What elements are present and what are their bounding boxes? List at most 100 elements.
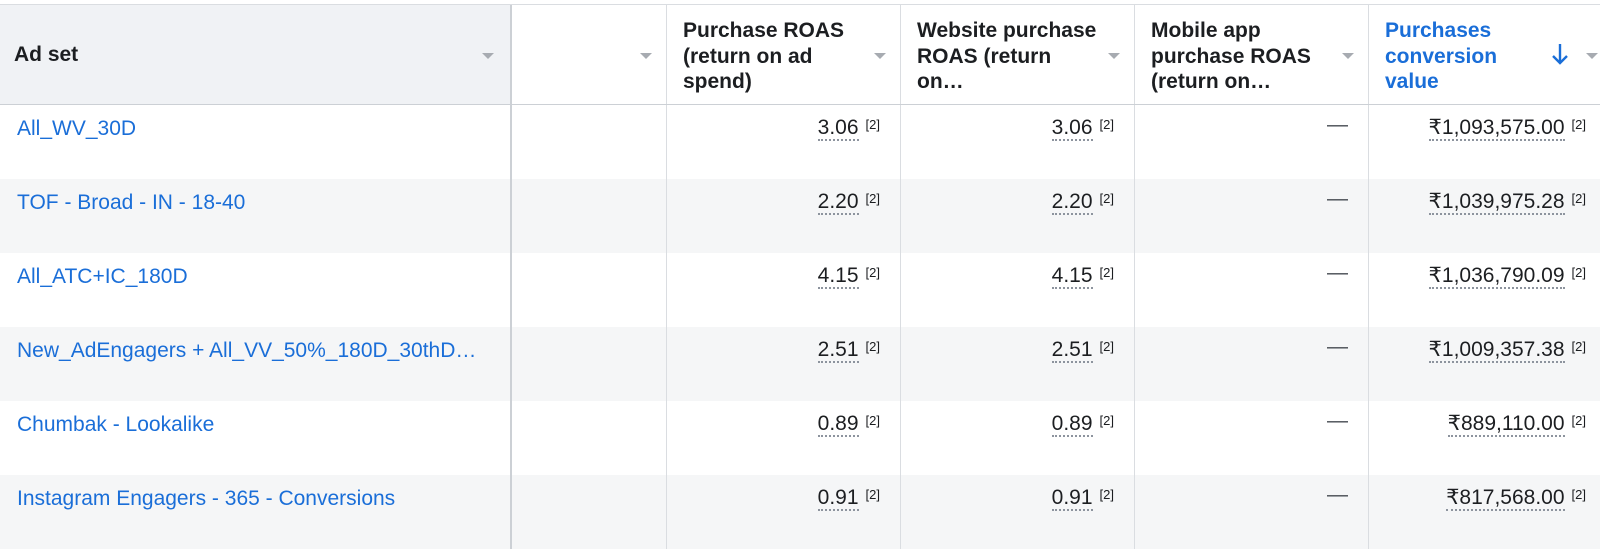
metric-value[interactable]: ₹1,093,575.00: [1428, 117, 1565, 141]
header-website-purchase-roas[interactable]: Website purchase ROAS (return on…: [901, 5, 1135, 104]
purchase-roas-value: 0.91 [2]: [817, 487, 880, 511]
empty-value-dash: —: [1327, 409, 1348, 432]
footnote-ref: [2]: [1571, 487, 1586, 502]
footnote-ref: [2]: [1571, 117, 1586, 132]
metric-value[interactable]: 0.89: [817, 413, 859, 437]
header-label: Purchases conversion value: [1385, 19, 1498, 93]
cell-purchases-conversion-value: ₹1,036,790.09 [2]: [1369, 253, 1600, 327]
table-header: Ad set Purchase ROAS (return on ad spend…: [0, 4, 1600, 105]
metric-value[interactable]: 4.15: [817, 265, 859, 289]
cell-purchases-conversion-value: ₹1,009,357.38 [2]: [1369, 327, 1600, 401]
conversion-value: ₹817,568.00 [2]: [1446, 487, 1586, 511]
metric-value[interactable]: 2.51: [1051, 339, 1093, 363]
cell-website-purchase-roas: 3.06 [2]: [901, 105, 1135, 179]
cell-mobile-app-purchase-roas: —: [1135, 253, 1369, 327]
header-label: Purchase ROAS (return on ad spend): [683, 19, 845, 93]
ad-set-name-link[interactable]: All_WV_30D: [17, 117, 136, 141]
header-blank-column[interactable]: [512, 5, 667, 104]
empty-value-dash: —: [1327, 187, 1348, 210]
table-row[interactable]: Chumbak - Lookalike 0.89 [2] 0.89 [2] — …: [0, 401, 1600, 475]
conversion-value: ₹1,009,357.38 [2]: [1428, 339, 1586, 363]
metric-value[interactable]: 2.20: [1051, 191, 1093, 215]
cell-ad-set: All_ATC+IC_180D: [0, 253, 512, 327]
cell-mobile-app-purchase-roas: —: [1135, 327, 1369, 401]
website-roas-value: 4.15 [2]: [1051, 265, 1114, 289]
table-row[interactable]: Instagram Engagers - 365 - Conversions 0…: [0, 475, 1600, 549]
footnote-ref: [2]: [865, 265, 880, 280]
footnote-ref: [2]: [1571, 339, 1586, 354]
metric-value[interactable]: 2.20: [817, 191, 859, 215]
table-row[interactable]: All_ATC+IC_180D 4.15 [2] 4.15 [2] — ₹1,0…: [0, 253, 1600, 327]
cell-purchase-roas: 4.15 [2]: [667, 253, 901, 327]
ad-set-name-link[interactable]: Chumbak - Lookalike: [17, 413, 214, 437]
table-body: All_WV_30D 3.06 [2] 3.06 [2] — ₹1,093,57…: [0, 105, 1600, 549]
cell-blank: [512, 253, 667, 327]
metric-value[interactable]: 2.51: [817, 339, 859, 363]
purchase-roas-value: 2.20 [2]: [817, 191, 880, 215]
cell-mobile-app-purchase-roas: —: [1135, 401, 1369, 475]
empty-value-dash: —: [1327, 113, 1348, 136]
metric-value[interactable]: 4.15: [1051, 265, 1093, 289]
cell-website-purchase-roas: 2.20 [2]: [901, 179, 1135, 253]
header-purchase-roas[interactable]: Purchase ROAS (return on ad spend): [667, 5, 901, 104]
footnote-ref: [2]: [865, 487, 880, 502]
header-ad-set[interactable]: Ad set: [0, 5, 512, 104]
footnote-ref: [2]: [1571, 265, 1586, 280]
caret-down-icon[interactable]: [640, 53, 652, 59]
metric-value[interactable]: 0.89: [1051, 413, 1093, 437]
ad-set-name-link[interactable]: All_ATC+IC_180D: [17, 265, 188, 289]
empty-value-dash: —: [1327, 335, 1348, 358]
header-purchases-conversion-value[interactable]: Purchases conversion value: [1369, 5, 1600, 104]
cell-blank: [512, 475, 667, 549]
caret-down-icon[interactable]: [482, 53, 494, 59]
website-roas-value: 2.51 [2]: [1051, 339, 1114, 363]
cell-purchase-roas: 2.20 [2]: [667, 179, 901, 253]
cell-blank: [512, 179, 667, 253]
caret-down-icon[interactable]: [1108, 53, 1120, 59]
table-row[interactable]: All_WV_30D 3.06 [2] 3.06 [2] — ₹1,093,57…: [0, 105, 1600, 179]
cell-purchases-conversion-value: ₹1,039,975.28 [2]: [1369, 179, 1600, 253]
cell-mobile-app-purchase-roas: —: [1135, 105, 1369, 179]
ad-set-name-link[interactable]: New_AdEngagers + All_VV_50%_180D_30thD…: [17, 339, 476, 363]
metric-value[interactable]: ₹817,568.00: [1446, 487, 1565, 511]
footnote-ref: [2]: [865, 339, 880, 354]
website-roas-value: 0.91 [2]: [1051, 487, 1114, 511]
ad-sets-table: Ad set Purchase ROAS (return on ad spend…: [0, 0, 1600, 553]
footnote-ref: [2]: [1571, 413, 1586, 428]
footnote-ref: [2]: [1099, 413, 1114, 428]
cell-purchase-roas: 0.91 [2]: [667, 475, 901, 549]
purchase-roas-value: 4.15 [2]: [817, 265, 880, 289]
caret-down-icon[interactable]: [874, 53, 886, 59]
conversion-value: ₹1,036,790.09 [2]: [1428, 265, 1586, 289]
cell-blank: [512, 105, 667, 179]
metric-value[interactable]: 3.06: [817, 117, 859, 141]
ad-set-name-link[interactable]: TOF - Broad - IN - 18-40: [17, 191, 245, 215]
ad-set-name-link[interactable]: Instagram Engagers - 365 - Conversions: [17, 487, 395, 511]
empty-value-dash: —: [1327, 483, 1348, 506]
metric-value[interactable]: 3.06: [1051, 117, 1093, 141]
footnote-ref: [2]: [1099, 265, 1114, 280]
caret-down-icon[interactable]: [1586, 53, 1598, 59]
cell-ad-set: Chumbak - Lookalike: [0, 401, 512, 475]
metric-value[interactable]: ₹1,039,975.28: [1428, 191, 1565, 215]
metric-value[interactable]: ₹889,110.00: [1447, 413, 1565, 437]
cell-purchases-conversion-value: ₹889,110.00 [2]: [1369, 401, 1600, 475]
header-mobile-app-purchase-roas[interactable]: Mobile app purchase ROAS (return on…: [1135, 5, 1369, 104]
arrow-down-icon[interactable]: [1550, 41, 1570, 67]
cell-website-purchase-roas: 4.15 [2]: [901, 253, 1135, 327]
cell-website-purchase-roas: 0.89 [2]: [901, 401, 1135, 475]
metric-value[interactable]: ₹1,009,357.38: [1428, 339, 1565, 363]
caret-down-icon[interactable]: [1342, 53, 1354, 59]
metric-value[interactable]: ₹1,036,790.09: [1428, 265, 1565, 289]
metric-value[interactable]: 0.91: [817, 487, 859, 511]
cell-purchases-conversion-value: ₹817,568.00 [2]: [1369, 475, 1600, 549]
cell-website-purchase-roas: 2.51 [2]: [901, 327, 1135, 401]
cell-ad-set: Instagram Engagers - 365 - Conversions: [0, 475, 512, 549]
table-row[interactable]: New_AdEngagers + All_VV_50%_180D_30thD… …: [0, 327, 1600, 401]
cell-purchase-roas: 0.89 [2]: [667, 401, 901, 475]
website-roas-value: 2.20 [2]: [1051, 191, 1114, 215]
cell-purchases-conversion-value: ₹1,093,575.00 [2]: [1369, 105, 1600, 179]
table-row[interactable]: TOF - Broad - IN - 18-40 2.20 [2] 2.20 […: [0, 179, 1600, 253]
footnote-ref: [2]: [1099, 191, 1114, 206]
metric-value[interactable]: 0.91: [1051, 487, 1093, 511]
